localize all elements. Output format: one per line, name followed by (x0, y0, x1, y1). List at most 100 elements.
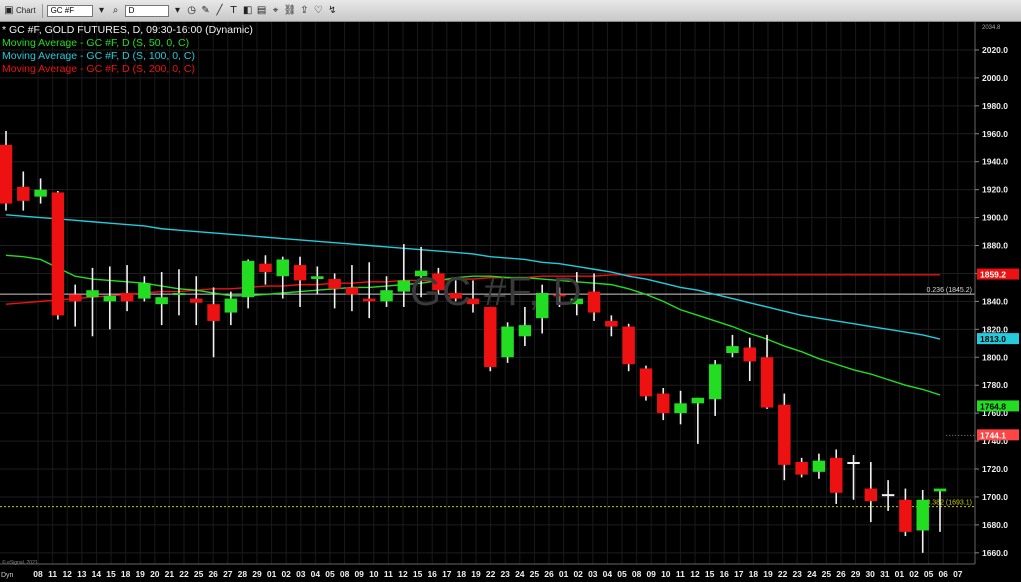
candle-body (864, 488, 878, 502)
price-tick-label: 1720.0 (982, 464, 1008, 474)
date-tick-label: 27 (223, 569, 233, 579)
date-tick-label: 03 (296, 569, 306, 579)
candle-body (518, 325, 532, 337)
price-tick-label: 1940.0 (982, 157, 1008, 167)
price-tick-label: 1660.0 (982, 548, 1008, 558)
legend-ma50: Moving Average - GC #F, D (S, 50, 0, C) (2, 37, 190, 49)
candle-body (259, 263, 272, 273)
date-tick-label: 20 (150, 569, 160, 579)
pencil-icon[interactable]: ✎ (200, 4, 212, 18)
clock-icon[interactable]: ◷ (186, 4, 198, 18)
candle-body (380, 290, 393, 302)
candle-body (34, 189, 47, 197)
candle-body (812, 460, 826, 472)
date-tick-label: 14 (92, 569, 102, 579)
price-tick-label: 1840.0 (982, 296, 1008, 306)
candle-body (155, 297, 168, 305)
candle-body (207, 304, 220, 321)
date-tick-label: 23 (792, 569, 802, 579)
chart-toolbar: ▣ Chart GC #F ▾ ⌕ D ▾ ◷ ✎ ╱ T ◧ ▤ ⌖ ⛓ ⇪ … (0, 0, 1021, 22)
candle-body (622, 326, 635, 365)
date-tick-label: 29 (252, 569, 262, 579)
date-tick-label: 03 (588, 569, 598, 579)
date-tick-label: 31 (880, 569, 890, 579)
date-tick-label: 08 (632, 569, 642, 579)
date-tick-label: 01 (895, 569, 905, 579)
candle-body (691, 397, 705, 404)
favorite-icon[interactable]: ♡ (312, 4, 324, 18)
date-tick-label: 26 (208, 569, 218, 579)
toolbar-separator (41, 3, 43, 18)
date-tick-label: 11 (676, 569, 685, 579)
date-tick-label: 17 (442, 569, 452, 579)
date-tick-label: 05 (924, 569, 934, 579)
fib-level-label: 0.382 (1693.1) (926, 500, 972, 507)
interval-input[interactable]: D (124, 4, 169, 17)
ma100-value-label: 1813.0 (980, 334, 1006, 344)
text-tool-icon[interactable]: T (228, 4, 240, 18)
date-tick-label: 01 (267, 569, 277, 579)
date-tick-label: 19 (135, 569, 145, 579)
date-tick-label: 25 (530, 569, 540, 579)
interval-dropdown-icon[interactable]: ▾ (172, 4, 184, 18)
candle-body (51, 192, 65, 316)
candle-body (293, 265, 307, 281)
date-tick-label: 28 (238, 569, 248, 579)
price-tick-label: 1980.0 (982, 101, 1008, 111)
candle-body (829, 457, 843, 493)
candle-body (138, 283, 151, 299)
candle-body (311, 276, 324, 280)
pin-icon[interactable]: ↯ (326, 4, 338, 18)
date-tick-label: 26 (544, 569, 554, 579)
candle-body (484, 306, 497, 368)
date-tick-label: 09 (354, 569, 364, 579)
date-tick-label: 13 (77, 569, 87, 579)
symbol-watermark: GC #F, D (410, 270, 583, 314)
link-icon[interactable]: ⛓ (284, 4, 297, 18)
candle-body (17, 186, 30, 201)
candle-body (68, 294, 82, 302)
candle-body (190, 298, 203, 303)
symbol-input[interactable]: GC #F (46, 4, 93, 17)
date-tick-label: 12 (62, 569, 72, 579)
candle-body (397, 280, 411, 292)
line-tool-icon[interactable]: ╱ (214, 4, 226, 18)
date-tick-label: 19 (471, 569, 481, 579)
candle-body (241, 260, 255, 298)
candle-body (899, 499, 912, 532)
shape-tool-icon[interactable]: ◧ (242, 4, 254, 18)
date-tick-label: 09 (646, 569, 656, 579)
candle-body (345, 287, 359, 295)
date-tick-label: 05 (325, 569, 335, 579)
price-tick-label: 2000.0 (982, 73, 1008, 83)
legend-ma200: Moving Average - GC #F, D (S, 200, 0, C) (2, 63, 195, 75)
date-tick-label: 04 (603, 569, 613, 579)
share-icon[interactable]: ⇪ (298, 4, 310, 18)
candle-body (587, 291, 601, 313)
date-tick-label: 16 (719, 569, 729, 579)
date-tick-label: 12 (690, 569, 700, 579)
date-tick-label: 08 (340, 569, 350, 579)
date-tick-label: 29 (851, 569, 861, 579)
date-tick-label: 10 (369, 569, 379, 579)
price-tick-label: 1880.0 (982, 241, 1008, 251)
candle-body (328, 279, 341, 289)
candle-body (708, 364, 722, 400)
date-tick-label: 24 (515, 569, 525, 579)
date-tick-label: 22 (778, 569, 788, 579)
price-tick-label: 1960.0 (982, 129, 1008, 139)
price-tick-label: 1800.0 (982, 352, 1008, 362)
date-tick-label: 18 (749, 569, 759, 579)
chart-icon[interactable]: ▣ (3, 4, 15, 18)
cursor-icon[interactable]: ⌖ (270, 4, 282, 18)
price-tick-label: 2020.0 (982, 45, 1008, 55)
ma50-value-label: 1764.8 (980, 401, 1006, 411)
candle-body (501, 326, 514, 358)
search-icon[interactable]: ⌕ (110, 4, 122, 18)
legend-ma100: Moving Average - GC #F, D (S, 100, 0, C) (2, 50, 195, 62)
dropdown-icon[interactable]: ▾ (96, 4, 108, 18)
date-tick-label: 19 (763, 569, 773, 579)
box-tool-icon[interactable]: ▤ (256, 4, 268, 18)
candle-body (933, 488, 947, 492)
chart-window-label: Chart (16, 6, 36, 15)
